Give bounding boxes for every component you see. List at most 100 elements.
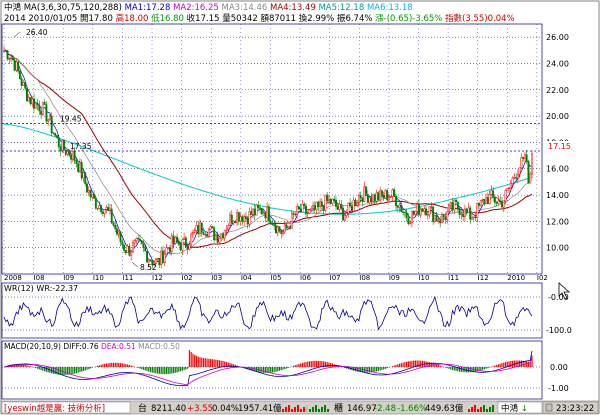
price-panel[interactable]: 26.40 8.52 19.45 17.35 xyxy=(1,23,543,275)
candle-body xyxy=(285,224,288,229)
breadth-bar xyxy=(297,405,299,412)
time-tick: I11 xyxy=(122,274,133,282)
candle-body xyxy=(135,238,138,241)
header-ohlc: 2014 2010/01/05 開17.80 高18.00 低16.80 收17… xyxy=(4,13,515,24)
candle-body xyxy=(483,198,486,205)
candle-body xyxy=(24,81,27,89)
candle-body xyxy=(479,200,482,206)
candle-body xyxy=(119,231,122,243)
candle-body xyxy=(315,201,318,211)
candle-body xyxy=(239,216,242,222)
candle-body xyxy=(460,213,463,215)
candle-body xyxy=(48,115,51,121)
candle-body xyxy=(393,189,396,197)
candle-body xyxy=(34,102,37,109)
candle-body xyxy=(345,212,348,216)
candle-body xyxy=(40,110,43,115)
header-segment: MA3:14.46 xyxy=(222,3,270,13)
candle-body xyxy=(38,104,41,112)
candle-body xyxy=(161,250,164,264)
taiex-change: +3.55 xyxy=(187,404,213,414)
candle-body xyxy=(167,247,170,249)
time-tick: I04 xyxy=(241,274,253,282)
candle-body xyxy=(342,208,345,221)
breadth-bar xyxy=(291,409,293,412)
candle-body xyxy=(305,205,307,215)
candle-body xyxy=(380,190,383,196)
candle-body xyxy=(501,200,503,208)
candle-body xyxy=(350,205,353,212)
stock-label[interactable]: 中鴻 ↓ xyxy=(501,403,528,414)
price-annotation: 17.35 xyxy=(70,142,92,151)
candle-body xyxy=(499,200,502,202)
candle-body xyxy=(490,190,493,195)
candle-body xyxy=(520,156,523,169)
candle-body xyxy=(283,224,286,233)
candle-body xyxy=(297,206,300,210)
candle-body xyxy=(68,150,71,156)
candle-body xyxy=(184,237,187,248)
candle-body xyxy=(472,216,475,218)
candle-body xyxy=(202,232,205,235)
wr-tick-bottom: -100.0 xyxy=(546,326,572,335)
candle-body xyxy=(128,245,131,256)
candle-body xyxy=(236,212,239,223)
candle-body xyxy=(241,216,244,223)
candle-body xyxy=(36,102,39,106)
candle-body xyxy=(410,211,413,224)
candle-body xyxy=(391,189,394,197)
candle-body xyxy=(518,167,521,175)
candle-body xyxy=(130,251,133,256)
candle-body xyxy=(511,177,514,184)
price-annotation: 19.45 xyxy=(60,114,82,123)
candle-body xyxy=(296,206,299,215)
candle-body xyxy=(458,208,461,215)
candle-body xyxy=(93,194,96,199)
macd-tick-bottom: -1.00 xyxy=(548,384,569,393)
candle-body xyxy=(232,220,235,224)
candle-body xyxy=(327,198,330,202)
candle-body xyxy=(229,214,231,226)
candle-body xyxy=(142,243,145,248)
app-label[interactable]: [yeswin越是贏: 技術分析] xyxy=(4,403,105,414)
candle-body xyxy=(522,156,525,159)
candle-body xyxy=(248,211,251,225)
candle-body xyxy=(405,212,408,219)
candle-body xyxy=(365,186,367,195)
breadth-bar xyxy=(474,405,476,412)
price-tick: 22.00 xyxy=(546,86,569,95)
macd-panel[interactable]: MACD(20,10,9) DIFF:0.76 DEA:0.51 MACD:0.… xyxy=(1,340,543,400)
candle-body xyxy=(133,240,136,244)
otc-change: -2.48 xyxy=(374,404,396,414)
time-tick: 2008 xyxy=(4,274,22,282)
breadth-bar xyxy=(288,405,290,412)
candle-body xyxy=(395,196,397,207)
candle-body xyxy=(43,102,46,105)
candle-body xyxy=(340,204,343,209)
candle-body xyxy=(442,214,445,218)
candle-body xyxy=(89,190,92,198)
candle-body xyxy=(492,190,495,198)
candle-body xyxy=(433,215,436,222)
clock-icon xyxy=(545,403,553,412)
candle-body xyxy=(384,190,387,199)
candle-body xyxy=(508,187,510,190)
candle-body xyxy=(197,225,200,234)
candle-body xyxy=(453,199,456,211)
candle-body xyxy=(78,162,81,172)
candle-body xyxy=(488,194,491,205)
candle-body xyxy=(222,233,224,239)
breadth-bar xyxy=(324,405,326,412)
time-tick: I06 xyxy=(300,274,312,282)
candle-body xyxy=(209,226,212,230)
breadth-bar xyxy=(294,407,296,412)
candle-body xyxy=(419,209,422,216)
candle-body xyxy=(98,205,101,209)
wr-panel[interactable]: WR(12) WR:-22.37 xyxy=(1,282,543,339)
candle-body xyxy=(126,245,129,253)
header-segment: 量50342 xyxy=(222,14,260,24)
candle-body xyxy=(200,222,203,233)
candle-body xyxy=(426,214,429,216)
candle-body xyxy=(516,173,519,179)
candle-body xyxy=(280,230,283,234)
